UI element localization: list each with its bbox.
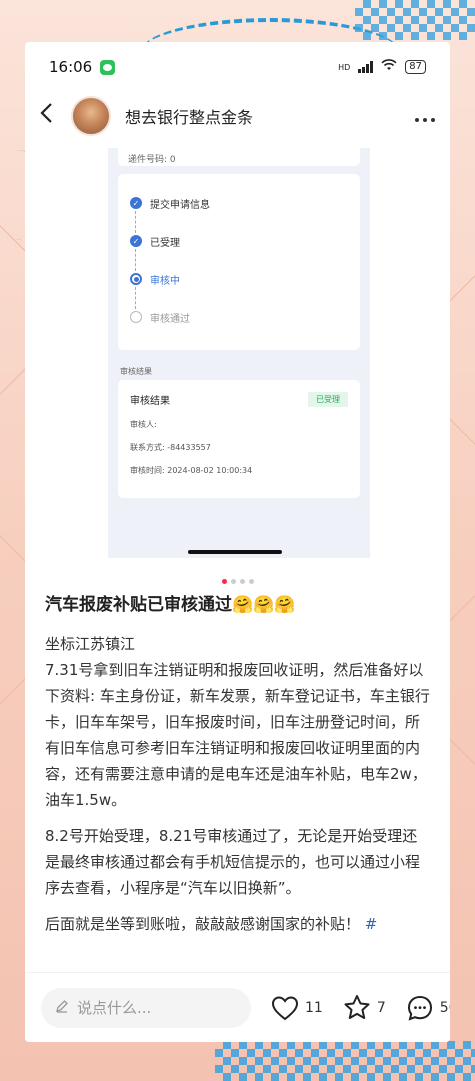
bottom-action-bar: 说点什么... 11 7 56	[25, 972, 450, 1042]
post-paragraph-text: 后面就是坐等到账啦，敲敲敲感谢国家的补贴！	[45, 915, 361, 933]
timeline-step: ✓ 提交申请信息	[130, 184, 348, 233]
truncated-card: 递件号码: 0	[118, 148, 360, 166]
section-label: 审核结果	[120, 367, 152, 376]
status-badge: 已受理	[308, 392, 348, 407]
wifi-icon	[381, 59, 397, 75]
timeline-step-label: 审核通过	[150, 313, 190, 325]
status-bar: 16:06 HD 87	[25, 42, 450, 92]
comment-count: 56	[439, 999, 450, 1016]
post-image-carousel[interactable]: 递件号码: 0 ✓ 提交申请信息 ✓ 已受理 审核中 审核通过 审核结果 审核结…	[25, 148, 450, 584]
truncated-text: 递件号码: 0	[128, 155, 176, 165]
like-count: 11	[305, 999, 323, 1016]
comment-placeholder: 说点什么...	[77, 999, 152, 1017]
post-paragraph: 坐标江苏镇江 7.31号拿到旧车注销证明和报废回收证明，然后准备好以下资料: 车…	[45, 635, 430, 809]
post-paragraph: 8.2号开始受理，8.21号审核通过了，无论是开始受理还是最终审核通过都会有手机…	[45, 827, 421, 897]
reviewer-row: 审核人:	[130, 420, 157, 429]
decor-checker	[355, 0, 475, 40]
result-title: 审核结果	[130, 396, 170, 407]
phone-screen: 16:06 HD 87 想去银行整点金条 递件号码: 0 ✓ 提交申请信息 ✓ …	[25, 42, 450, 1042]
post-title: 汽车报废补贴已审核通过🤗🤗🤗	[45, 595, 296, 615]
favorite-button[interactable]: 7	[343, 994, 386, 1021]
home-indicator	[188, 550, 282, 554]
avatar[interactable]	[71, 96, 111, 136]
contact-row: 联系方式: -84433557	[130, 443, 211, 452]
more-dots-icon[interactable]	[414, 104, 436, 129]
post-body: 坐标江苏镇江 7.31号拿到旧车注销证明和报废回收证明，然后准备好以下资料: 车…	[45, 631, 430, 937]
timeline-step-label: 提交申请信息	[150, 199, 210, 211]
decor-checker	[215, 1041, 475, 1081]
post-image: 递件号码: 0 ✓ 提交申请信息 ✓ 已受理 审核中 审核通过 审核结果 审核结…	[108, 148, 370, 558]
carousel-pager	[25, 579, 450, 584]
wechat-notification-icon	[100, 59, 116, 75]
comment-input[interactable]: 说点什么...	[41, 987, 251, 1028]
progress-timeline: ✓ 提交申请信息 ✓ 已受理 审核中 审核通过	[118, 174, 360, 350]
author-name[interactable]: 想去银行整点金条	[125, 104, 414, 128]
post-content: 汽车报废补贴已审核通过🤗🤗🤗 坐标江苏镇江 7.31号拿到旧车注销证明和报废回收…	[25, 568, 450, 937]
network-type: HD	[338, 62, 351, 72]
pending-step-icon	[130, 311, 142, 323]
post-paragraph-last: 后面就是坐等到账啦，敲敲敲感谢国家的补贴！ #	[45, 911, 430, 937]
signal-icon	[358, 61, 374, 73]
like-button[interactable]: 11	[271, 995, 323, 1021]
check-icon: ✓	[130, 235, 142, 247]
timeline-step-label: 审核中	[150, 275, 180, 287]
timeline-step-label: 已受理	[150, 237, 180, 249]
pager-dot[interactable]	[221, 579, 227, 584]
comment-bubble-icon	[406, 994, 434, 1022]
status-time: 16:06	[49, 58, 93, 76]
pager-dot[interactable]	[248, 579, 254, 584]
timeline-step: ✓ 已受理	[130, 222, 348, 271]
pager-dot[interactable]	[230, 579, 236, 584]
favorite-count: 7	[376, 999, 386, 1016]
review-time-row: 审核时间: 2024-08-02 10:00:34	[130, 466, 253, 475]
timeline-step: 审核中	[130, 260, 348, 309]
battery-indicator: 87	[405, 60, 426, 74]
timeline-step: 审核通过	[130, 298, 348, 336]
pencil-icon	[55, 999, 69, 1017]
result-card: 审核结果 已受理 审核人: 联系方式: -84433557 审核时间: 2024…	[118, 380, 360, 498]
hashtag-link[interactable]: #	[365, 915, 378, 933]
star-icon	[343, 994, 371, 1021]
current-step-icon	[130, 273, 142, 285]
pager-dot[interactable]	[239, 579, 245, 584]
chevron-left-icon[interactable]	[39, 101, 69, 131]
check-icon: ✓	[130, 197, 142, 209]
heart-icon	[271, 995, 299, 1021]
top-nav: 想去银行整点金条	[25, 92, 450, 140]
comment-button[interactable]: 56	[406, 994, 450, 1022]
